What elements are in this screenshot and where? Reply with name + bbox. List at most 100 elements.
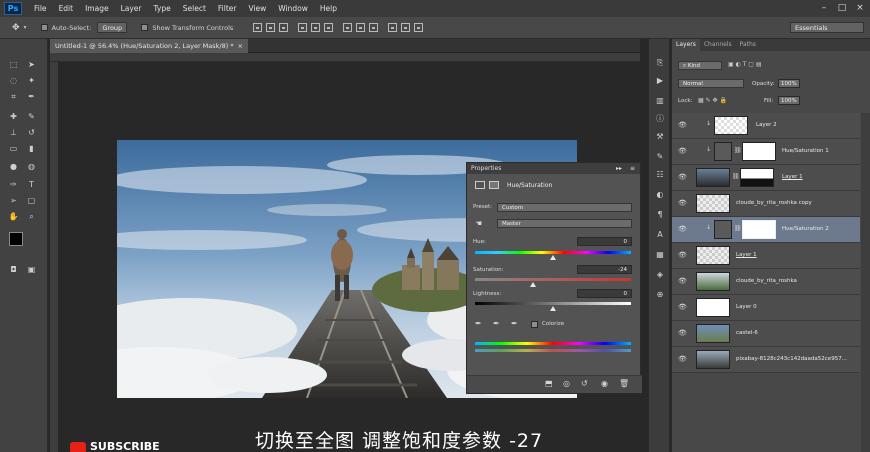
eye-icon[interactable]: 👁 (678, 121, 688, 129)
layer-row[interactable]: 👁 pixabay-8128c243c142daada52ce957... (672, 347, 860, 373)
menu-icon[interactable]: ≡ (630, 163, 635, 174)
maximize-icon[interactable]: □ (836, 2, 848, 14)
eye-icon[interactable]: 👁 (678, 225, 688, 233)
foreground-color-swatch[interactable] (9, 232, 23, 246)
distribute-bottom-icon[interactable] (369, 23, 379, 32)
move-tool-icon[interactable]: ✥ (12, 23, 20, 33)
menu-select[interactable]: Select (183, 4, 206, 13)
navigator-icon[interactable]: ⊕ (654, 289, 666, 301)
menu-view[interactable]: View (248, 4, 266, 13)
close-icon[interactable]: × (854, 2, 866, 14)
eye-icon[interactable]: 👁 (678, 173, 688, 181)
fill-field[interactable]: 100% (778, 96, 800, 105)
eye-icon[interactable]: 👁 (678, 251, 688, 259)
swatches-icon[interactable]: ▦ (654, 249, 666, 261)
eraser-icon[interactable]: ▭ (8, 143, 19, 154)
move-tool-icon[interactable]: ➤ (26, 59, 37, 70)
menu-file[interactable]: File (34, 4, 47, 13)
align-left-icon[interactable] (298, 23, 308, 32)
path-select-icon[interactable]: ➢ (8, 195, 19, 206)
auto-select-dropdown[interactable]: Group (97, 22, 128, 33)
document-tab[interactable]: Untitled-1 @ 56.4% (Hue/Saturation 2, La… (50, 39, 248, 53)
channel-dropdown[interactable]: Master (497, 219, 632, 228)
gradient-icon[interactable]: ▮ (26, 143, 37, 154)
zoom-tool-icon[interactable]: ⌕ (26, 211, 37, 222)
clip-to-layer-icon[interactable]: ⬒ (545, 379, 553, 388)
crop-tool-icon[interactable]: ⌗ (8, 91, 19, 102)
hue-value-field[interactable]: 0 (577, 237, 632, 246)
menu-layer[interactable]: Layer (121, 4, 142, 13)
hue-slider-thumb[interactable] (550, 255, 556, 260)
pen-tool-icon[interactable]: ✑ (8, 179, 19, 190)
properties-icon[interactable]: ☷ (654, 169, 666, 181)
distribute-vcenter-icon[interactable] (356, 23, 366, 32)
menu-edit[interactable]: Edit (59, 4, 74, 13)
screen-mode-icon[interactable]: ▣ (26, 264, 37, 275)
hand-adjust-icon[interactable]: ☚ (475, 219, 482, 228)
eyedropper-icon[interactable]: ✒ (475, 319, 482, 328)
distribute-hcenter-icon[interactable] (401, 23, 411, 32)
layer-row[interactable]: 👁 cloude_by_rita_roshka (672, 269, 860, 295)
chevron-down-icon[interactable]: ▾ (24, 24, 27, 31)
preset-dropdown[interactable]: Custom (497, 203, 632, 212)
layer-row[interactable]: 👁 ↓ Layer 2 (672, 113, 860, 139)
menu-type[interactable]: Type (154, 4, 171, 13)
layer-row[interactable]: 👁 Layer 0 (672, 295, 860, 321)
tab-layers[interactable]: Layers (672, 39, 700, 51)
eyedropper-icon[interactable]: ✒ (26, 91, 37, 102)
align-vcenter-icon[interactable] (266, 23, 276, 32)
character-icon[interactable]: A (654, 229, 666, 241)
align-bottom-icon[interactable] (279, 23, 289, 32)
tab-paths[interactable]: Paths (736, 39, 760, 51)
eye-icon[interactable]: 👁 (678, 329, 688, 337)
menu-window[interactable]: Window (278, 4, 308, 13)
healing-brush-icon[interactable]: ✚ (8, 111, 19, 122)
eye-icon[interactable]: 👁 (678, 147, 688, 155)
reset-icon[interactable]: ↺ (581, 379, 588, 388)
paragraph-icon[interactable]: ¶ (654, 209, 666, 221)
opacity-field[interactable]: 100% (778, 79, 800, 88)
history-brush-icon[interactable]: ↺ (26, 127, 37, 138)
layer-row[interactable]: 👁 ↓ ⛓ Hue/Saturation 1 (672, 139, 860, 165)
menu-filter[interactable]: Filter (218, 4, 237, 13)
layer-row[interactable]: 👁 Layer 1 (672, 243, 860, 269)
mask-icon[interactable] (489, 181, 499, 189)
layer-row-selected[interactable]: 👁 ↓ ⛓ Hue/Saturation 2 (672, 217, 860, 243)
eyedropper-plus-icon[interactable]: ✒ (493, 319, 500, 328)
subscribe-banner[interactable]: SUBSCRIBE (70, 440, 210, 452)
lightness-value-field[interactable]: 0 (577, 289, 632, 298)
colorize-checkbox[interactable] (531, 321, 538, 328)
align-right-icon[interactable] (324, 23, 334, 32)
filter-icons[interactable]: ▣ ◐ T ▢ ▤ (728, 61, 858, 70)
eye-icon[interactable]: 👁 (678, 355, 688, 363)
menu-help[interactable]: Help (320, 4, 337, 13)
layers-scrollbar[interactable] (861, 113, 870, 452)
lock-icons[interactable]: ▦ ✎ ✥ 🔒 (698, 97, 727, 104)
hue-slider-track[interactable] (475, 251, 631, 254)
layer-row[interactable]: 👁 ⛓ Layer 1 (672, 165, 860, 191)
info-icon[interactable]: ⓘ (654, 113, 666, 125)
histogram-icon[interactable]: ▥ (654, 95, 666, 107)
quick-mask-icon[interactable]: ◘ (8, 264, 19, 275)
close-icon[interactable]: × (238, 39, 243, 53)
saturation-slider-thumb[interactable] (530, 282, 536, 287)
lightness-slider-thumb[interactable] (550, 306, 556, 311)
layer-row[interactable]: 👁 castel-6 (672, 321, 860, 347)
tab-channels[interactable]: Channels (700, 39, 736, 51)
history-icon[interactable]: ⎘ (654, 57, 666, 69)
kind-filter-dropdown[interactable]: ⌕ Kind (678, 61, 722, 70)
blend-mode-dropdown[interactable]: Normal (678, 79, 744, 88)
align-top-icon[interactable] (253, 23, 263, 32)
auto-select-checkbox[interactable] (40, 24, 48, 31)
rectangle-tool-icon[interactable]: ▢ (26, 195, 37, 206)
eyedropper-minus-icon[interactable]: ✒ (511, 319, 518, 328)
align-hcenter-icon[interactable] (311, 23, 321, 32)
marquee-tool-icon[interactable]: ⬚ (8, 59, 19, 70)
magic-wand-icon[interactable]: ✦ (26, 75, 37, 86)
view-previous-icon[interactable]: ◎ (563, 379, 570, 388)
distribute-left-icon[interactable] (388, 23, 398, 32)
lasso-tool-icon[interactable]: ◌ (8, 75, 19, 86)
actions-icon[interactable]: ▶ (654, 75, 666, 87)
lightness-slider-track[interactable] (475, 302, 631, 305)
styles-icon[interactable]: ◈ (654, 269, 666, 281)
